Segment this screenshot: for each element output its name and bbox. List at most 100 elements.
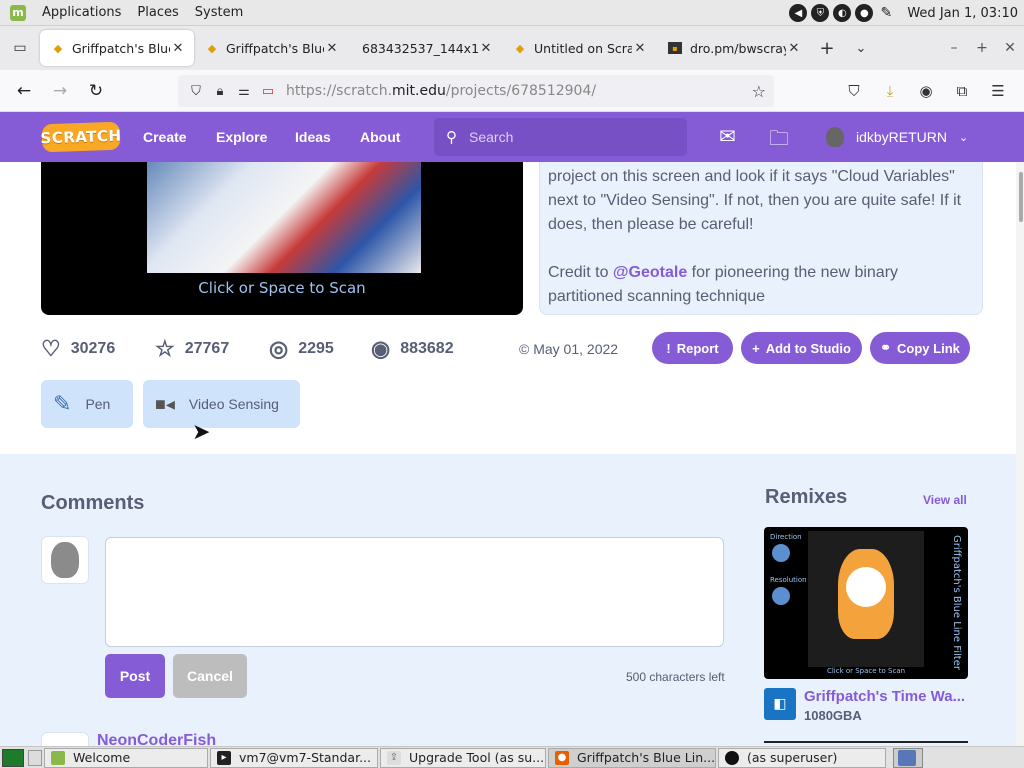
extensions-icon[interactable]: ⧉ <box>944 82 980 100</box>
tab-griffpatch-1[interactable]: ◆ Griffpatch's Blue ✕ <box>40 30 194 66</box>
comment-input[interactable] <box>105 537 724 647</box>
close-tab-icon[interactable]: ✕ <box>786 41 802 56</box>
messages-icon[interactable]: ✉ <box>719 124 736 148</box>
mint-menu-icon[interactable]: m <box>10 4 26 21</box>
permissions-icon[interactable]: ⚌ <box>232 84 256 99</box>
close-tab-icon[interactable]: ✕ <box>478 41 494 56</box>
thumb-direction-label: Direction <box>770 533 802 541</box>
hamburger-menu-icon[interactable]: ☰ <box>980 82 1016 100</box>
cancel-button[interactable]: Cancel <box>173 654 247 698</box>
back-arrow-icon[interactable]: ← <box>6 81 42 101</box>
remix-thumbnail[interactable]: Direction Resolution Griffpatch's Blue L… <box>764 527 968 679</box>
report-button[interactable]: ! Report <box>652 332 733 364</box>
taskbar-item-firefox[interactable]: ● Griffpatch's Blue Lin... <box>548 747 716 768</box>
search-input[interactable]: ⚲ Search <box>434 118 687 156</box>
dropm-favicon-icon: ▪ <box>668 42 682 54</box>
view-all-link[interactable]: View all <box>923 493 967 507</box>
geotale-link[interactable]: @Geotale <box>613 264 687 281</box>
exclamation-icon: ! <box>666 340 671 356</box>
remix-author-avatar[interactable]: ◧ <box>764 688 796 720</box>
thumb-side-controls: Direction Resolution <box>770 533 807 619</box>
scratch-logo[interactable]: SCRATCH <box>40 121 122 153</box>
username: idkbyRETURN <box>856 129 948 145</box>
close-tab-icon[interactable]: ✕ <box>632 41 648 56</box>
taskbar-item-terminal[interactable]: ▸ vm7@vm7-Standar... <box>210 747 378 768</box>
scrollbar-thumb[interactable] <box>1019 172 1023 222</box>
shield-icon[interactable]: ⛨ <box>811 4 830 22</box>
nav-about[interactable]: About <box>360 129 400 145</box>
remix-title[interactable]: Griffpatch's Time Wa... <box>804 688 965 705</box>
terminal-icon: ▸ <box>217 750 231 765</box>
menu-applications[interactable]: Applications <box>34 5 129 20</box>
close-tab-icon[interactable]: ✕ <box>170 41 186 56</box>
bookmark-star-icon[interactable]: ☆ <box>752 82 766 101</box>
download-icon[interactable]: ⤓ <box>872 82 908 100</box>
volume-icon[interactable]: ◀ <box>789 4 808 22</box>
copy-link-button[interactable]: ⚭ Copy Link <box>870 332 970 364</box>
new-tab-icon[interactable]: + <box>810 38 844 59</box>
project-stage[interactable]: Click or Space to Scan <box>41 162 523 315</box>
menu-places[interactable]: Places <box>129 5 186 20</box>
clock[interactable]: Wed Jan 1, 03:10 <box>907 6 1018 21</box>
taskbar-item-welcome[interactable]: Welcome <box>44 747 208 768</box>
chevron-down-icon: ⌄ <box>959 131 969 144</box>
avatar <box>826 127 844 147</box>
love-stat[interactable]: ♡ 30276 <box>41 336 115 362</box>
thumb-resolution-label: Resolution <box>770 576 807 584</box>
pocket-icon[interactable]: ⛉ <box>836 82 872 100</box>
menu-system[interactable]: System <box>187 5 251 20</box>
taskbar-label: vm7@vm7-Standar... <box>239 750 371 765</box>
nav-ideas[interactable]: Ideas <box>295 129 331 145</box>
pen-icon: ✎ <box>53 391 72 416</box>
favorite-count: 27767 <box>184 340 230 357</box>
favorite-stat[interactable]: ☆ 27767 <box>155 336 229 362</box>
nav-create[interactable]: Create <box>143 129 187 145</box>
tab-overview-icon[interactable]: ▭ <box>0 26 40 70</box>
shield-tracking-icon[interactable]: ⛉ <box>184 84 208 99</box>
user-menu[interactable]: idkbyRETURN ⌄ <box>826 127 968 147</box>
taskbar-item-upgrade-tool[interactable]: ⇪ Upgrade Tool (as su... <box>380 747 546 768</box>
remix-author[interactable]: 1080GBA <box>804 708 862 723</box>
camera-sharing-icon[interactable]: ▭ <box>256 84 280 99</box>
tab-untitled[interactable]: ◆ Untitled on Scra ✕ <box>502 30 656 66</box>
workspace-icon[interactable] <box>28 749 42 766</box>
remixes-title: Remixes <box>765 486 848 508</box>
nav-explore[interactable]: Explore <box>216 129 267 145</box>
forward-arrow-icon[interactable]: → <box>42 81 78 101</box>
minimize-icon[interactable]: – <box>940 40 968 56</box>
chevron-down-icon[interactable]: ⌄ <box>844 41 878 56</box>
obs-icon[interactable]: ● <box>855 4 874 22</box>
tab-griffpatch-2[interactable]: ◆ Griffpatch's Blue ✕ <box>194 30 348 66</box>
lock-icon[interactable]: 🔒︎ <box>208 84 232 99</box>
commenter-name[interactable]: NeonCoderFish <box>97 732 216 746</box>
scratch-cat-image <box>838 549 894 639</box>
url-prefix: https://scratch. <box>286 83 393 99</box>
extension-pen[interactable]: ✎ Pen <box>41 380 133 428</box>
show-desktop-icon[interactable] <box>2 748 24 767</box>
workspace-preview-icon[interactable] <box>898 750 916 766</box>
url-bar[interactable]: ⛉ 🔒︎ ⚌ ▭ https://scratch.mit.edu/project… <box>178 75 774 107</box>
post-button[interactable]: Post <box>105 654 165 698</box>
extension-label: Pen <box>85 396 111 412</box>
network-icon[interactable]: ◐ <box>833 4 852 22</box>
close-window-icon[interactable]: ✕ <box>996 40 1024 56</box>
firefox-icon: ● <box>555 750 569 765</box>
url-text[interactable]: https://scratch.mit.edu/projects/6785129… <box>286 83 596 99</box>
remix-spiral-icon: ◎ <box>269 336 289 361</box>
close-tab-icon[interactable]: ✕ <box>324 41 340 56</box>
avatar[interactable] <box>41 732 89 746</box>
tab-image[interactable]: 683432537_144x10 ✕ <box>348 30 502 66</box>
reload-icon[interactable]: ↻ <box>78 81 114 101</box>
tab-dropm[interactable]: ▪ dro.pm/bwscray ✕ <box>656 30 810 66</box>
thumb-vertical-title: Griffpatch's Blue Line Filter <box>951 535 962 670</box>
taskbar-item-superuser[interactable]: (as superuser) <box>718 747 886 768</box>
add-to-studio-button[interactable]: + Add to Studio <box>741 332 862 364</box>
my-stuff-folder-icon[interactable]: 🗀︎ <box>769 124 789 158</box>
pen-tool-icon[interactable]: ✎ <box>877 4 895 22</box>
taskbar-label: (as superuser) <box>747 750 838 765</box>
page-scrollbar[interactable] <box>1016 162 1024 746</box>
extension-video-sensing[interactable]: ■◂ Video Sensing <box>143 380 300 428</box>
account-icon[interactable]: ◉ <box>908 82 944 100</box>
maximize-icon[interactable]: + <box>968 40 996 56</box>
project-notes: project on this screen and look if it sa… <box>539 162 983 315</box>
